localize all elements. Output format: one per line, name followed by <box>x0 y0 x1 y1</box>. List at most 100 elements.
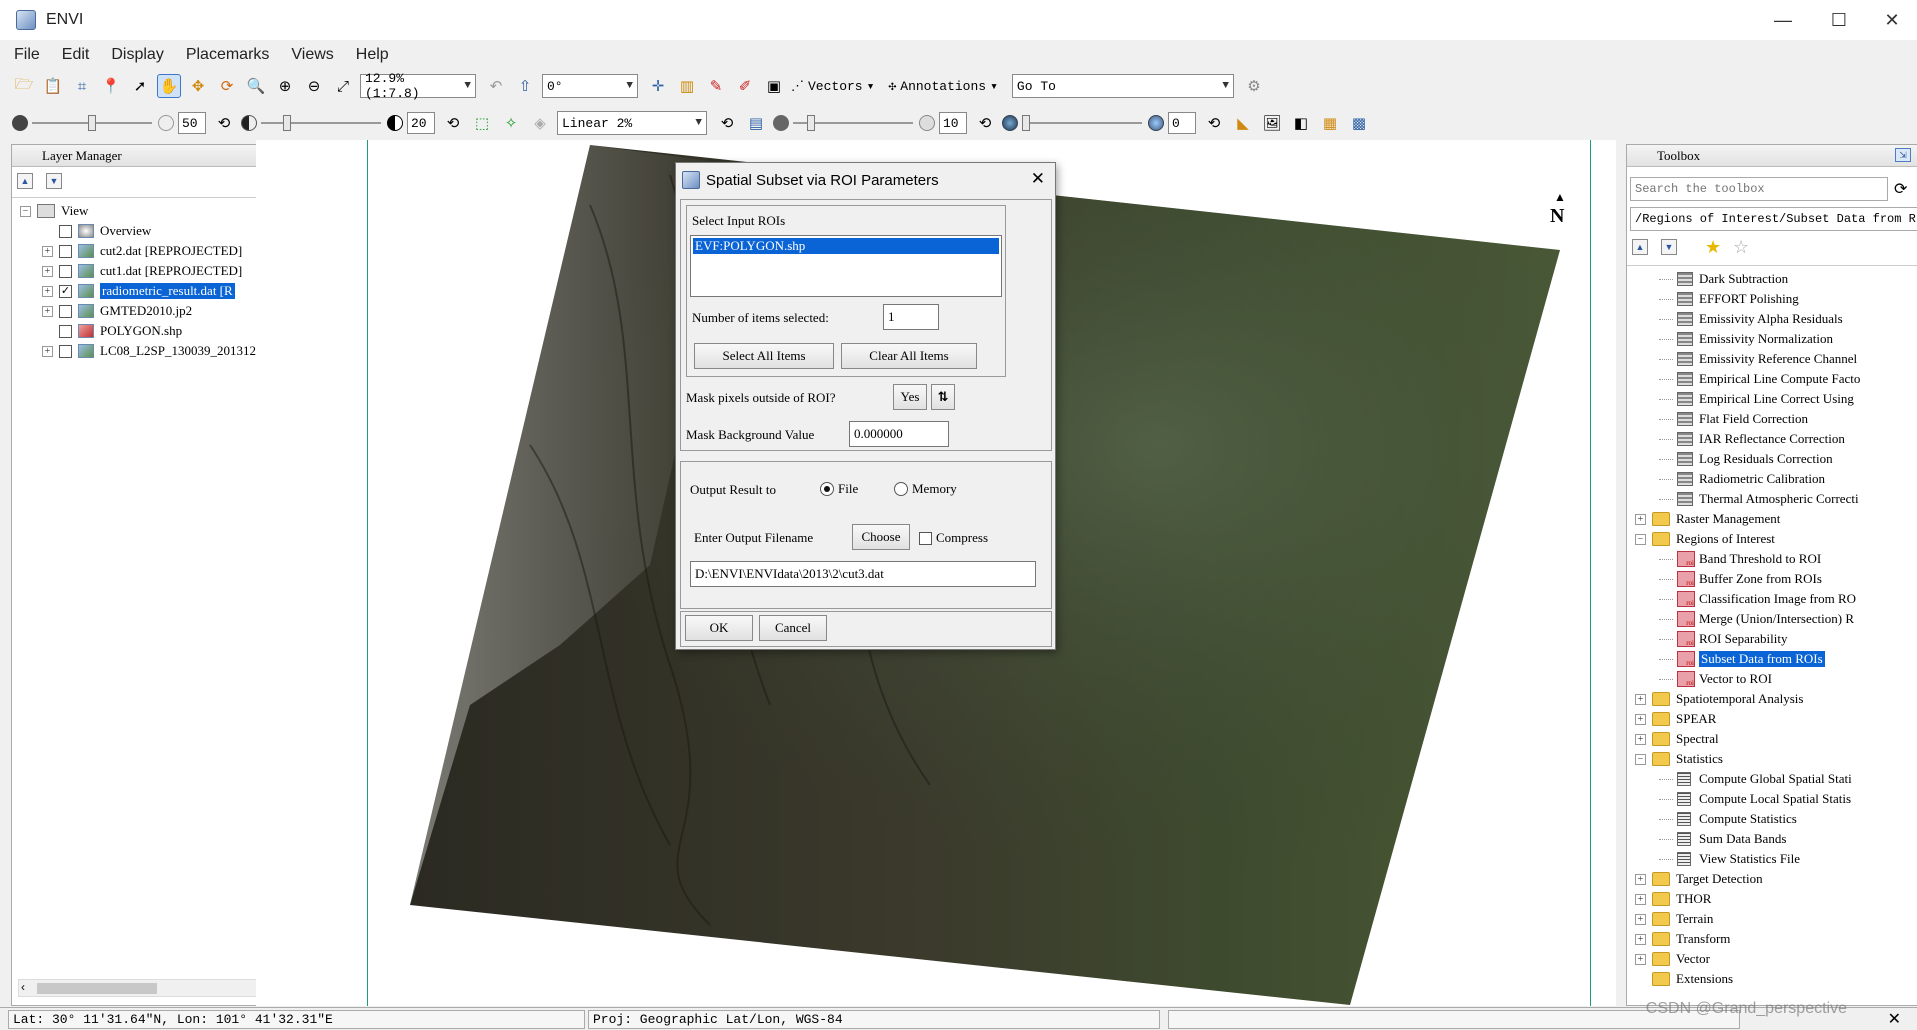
close-button[interactable]: ✕ <box>1867 0 1917 40</box>
toolbox-tool[interactable]: Flat Field Correction <box>1659 409 1808 429</box>
overlay-icon[interactable]: ▣ <box>762 74 786 98</box>
tree-root-view[interactable]: − View <box>20 201 88 221</box>
expand-icon[interactable]: + <box>42 245 53 257</box>
maximize-button[interactable]: ☐ <box>1814 0 1864 40</box>
favorite-star-icon[interactable]: ★ <box>1705 237 1721 258</box>
menu-edit[interactable]: Edit <box>62 46 90 64</box>
collapse-icon[interactable]: − <box>20 205 31 217</box>
reset-stretch-icon[interactable]: ⟲ <box>715 111 739 135</box>
toolbox-tool[interactable]: roi Vector to ROI <box>1659 669 1772 689</box>
expand-icon[interactable]: + <box>1635 953 1646 965</box>
pan-hand-icon[interactable]: ✋ <box>157 74 181 98</box>
expand-icon[interactable]: + <box>1635 733 1646 745</box>
bg-value-field[interactable]: 0.000000 <box>849 421 949 447</box>
toolbox-folder[interactable]: + Raster Management <box>1635 509 1780 529</box>
toolbox-tool[interactable]: roi Band Threshold to ROI <box>1659 549 1821 569</box>
contrast-value[interactable]: 20 <box>407 112 435 134</box>
annotations-menu[interactable]: ✣ Annotations ▾ <box>888 79 997 94</box>
menu-views[interactable]: Views <box>291 46 333 64</box>
globe-icon[interactable]: ⚙ <box>1242 74 1266 98</box>
blend-icon[interactable]: ▩ <box>1347 111 1371 135</box>
expand-icon[interactable]: + <box>1635 513 1646 525</box>
crop-icon[interactable]: ⌗ <box>70 74 94 98</box>
collapse-all-icon[interactable]: ▲ <box>1632 239 1648 255</box>
zoom-out-icon[interactable]: ⊖ <box>302 74 326 98</box>
rotate-north-icon[interactable]: ⇧ <box>513 74 537 98</box>
layer-visibility-checkbox[interactable] <box>59 264 72 278</box>
layer-visibility-checkbox[interactable] <box>59 324 72 338</box>
toolbox-tool[interactable]: Compute Local Spatial Statis <box>1659 789 1851 809</box>
transparency-slider[interactable] <box>1022 113 1142 133</box>
expand-icon[interactable]: + <box>1635 913 1646 925</box>
select-arrow-icon[interactable]: ➚ <box>128 74 152 98</box>
rotate-icon[interactable]: ⟳ <box>215 74 239 98</box>
sharpen-value[interactable]: 10 <box>939 112 967 134</box>
toolbox-tool[interactable]: View Statistics File <box>1659 849 1800 869</box>
reset-brightness-icon[interactable]: ⟲ <box>212 111 236 135</box>
toolbox-tool[interactable]: Log Residuals Correction <box>1659 449 1833 469</box>
move-down-icon[interactable]: ▼ <box>46 173 62 189</box>
expand-icon[interactable]: + <box>42 345 53 357</box>
toggle-arrows-icon[interactable]: ⇅ <box>931 384 955 410</box>
toolbox-tool[interactable]: roi Buffer Zone from ROIs <box>1659 569 1822 589</box>
stretch-view-icon[interactable]: ✧ <box>499 111 523 135</box>
compress-checkbox-box[interactable] <box>919 531 932 545</box>
toolbox-tool[interactable]: IAR Reflectance Correction <box>1659 429 1845 449</box>
zoom-icon[interactable]: 🔍 <box>244 74 268 98</box>
menu-file[interactable]: File <box>14 46 40 64</box>
choose-button[interactable]: Choose <box>852 524 910 550</box>
toolbox-folder[interactable]: + Transform <box>1635 929 1730 949</box>
toolbox-folder[interactable]: − Statistics <box>1635 749 1723 769</box>
sharpen-slider[interactable] <box>793 113 913 133</box>
clipboard-icon[interactable]: 📋 <box>41 74 65 98</box>
scroll-thumb[interactable] <box>37 983 157 994</box>
horizontal-scrollbar[interactable]: ‹ › <box>18 979 295 997</box>
toolbox-tool[interactable]: roi Merge (Union/Intersection) R <box>1659 609 1854 629</box>
toolbox-tool[interactable]: Emissivity Alpha Residuals <box>1659 309 1843 329</box>
roi-list-item[interactable]: EVF:POLYGON.shp <box>693 238 999 254</box>
reset-transparency-icon[interactable]: ⟲ <box>1202 111 1226 135</box>
brightness-value[interactable]: 50 <box>178 112 206 134</box>
layer-visibility-checkbox[interactable] <box>59 304 72 318</box>
expand-icon[interactable]: + <box>1635 713 1646 725</box>
cancel-button[interactable]: Cancel <box>759 615 827 641</box>
toolbox-tool[interactable]: Emissivity Reference Channel <box>1659 349 1857 369</box>
layer-visibility-checkbox[interactable] <box>59 224 72 238</box>
status-close-icon[interactable]: ✕ <box>1888 1009 1901 1029</box>
expand-icon[interactable]: + <box>1635 893 1646 905</box>
memory-radio[interactable]: Memory <box>894 481 957 497</box>
expand-icon[interactable]: + <box>1635 693 1646 705</box>
mask-toggle-value[interactable]: Yes <box>893 384 927 410</box>
stretch-custom-icon[interactable]: ◈ <box>528 111 552 135</box>
toolbox-folder[interactable]: + Spectral <box>1635 729 1719 749</box>
layer-item[interactable]: + GMTED2010.jp2 <box>20 301 192 321</box>
zoom-in-icon[interactable]: ⊕ <box>273 74 297 98</box>
contrast-slider[interactable] <box>261 113 381 133</box>
compress-checkbox[interactable]: Compress <box>919 530 988 546</box>
rotate-left-icon[interactable]: ↶ <box>484 74 508 98</box>
output-filename-field[interactable]: D:\ENVI\ENVIdata\2013\2\cut3.dat <box>690 561 1036 587</box>
histogram-icon[interactable]: ▤ <box>744 111 768 135</box>
toolbox-tool[interactable]: Compute Statistics <box>1659 809 1797 829</box>
layer-item[interactable]: +POLYGON.shp <box>20 321 182 341</box>
memory-radio-button[interactable] <box>894 482 908 496</box>
file-radio-button[interactable] <box>820 482 834 496</box>
placemark-icon[interactable]: 📍 <box>99 74 123 98</box>
open-folder-icon[interactable]: 🗁 <box>12 74 36 98</box>
toolbox-tool[interactable]: roi Classification Image from RO <box>1659 589 1856 609</box>
rotation-combo[interactable]: 0° ▼ <box>542 74 638 98</box>
file-radio[interactable]: File <box>820 481 858 497</box>
favorite-add-icon[interactable]: ☆ <box>1733 237 1749 258</box>
portal-icon[interactable]: ▥ <box>675 74 699 98</box>
scroll-left-icon[interactable]: ‹ <box>21 980 25 994</box>
transparency-value[interactable]: 0 <box>1168 112 1196 134</box>
layer-visibility-checkbox[interactable]: ✓ <box>59 284 72 298</box>
layer-item[interactable]: + LC08_L2SP_130039_20131207_ <box>20 341 276 361</box>
roi-draw-icon[interactable]: ✐ <box>733 74 757 98</box>
clear-all-button[interactable]: Clear All Items <box>841 343 977 369</box>
layer-visibility-checkbox[interactable] <box>59 244 72 258</box>
toolbox-tool[interactable]: Dark Subtraction <box>1659 269 1788 289</box>
flicker-icon[interactable]: ▦ <box>1318 111 1342 135</box>
toolbox-tool[interactable]: Radiometric Calibration <box>1659 469 1825 489</box>
move-up-icon[interactable]: ▲ <box>17 173 33 189</box>
